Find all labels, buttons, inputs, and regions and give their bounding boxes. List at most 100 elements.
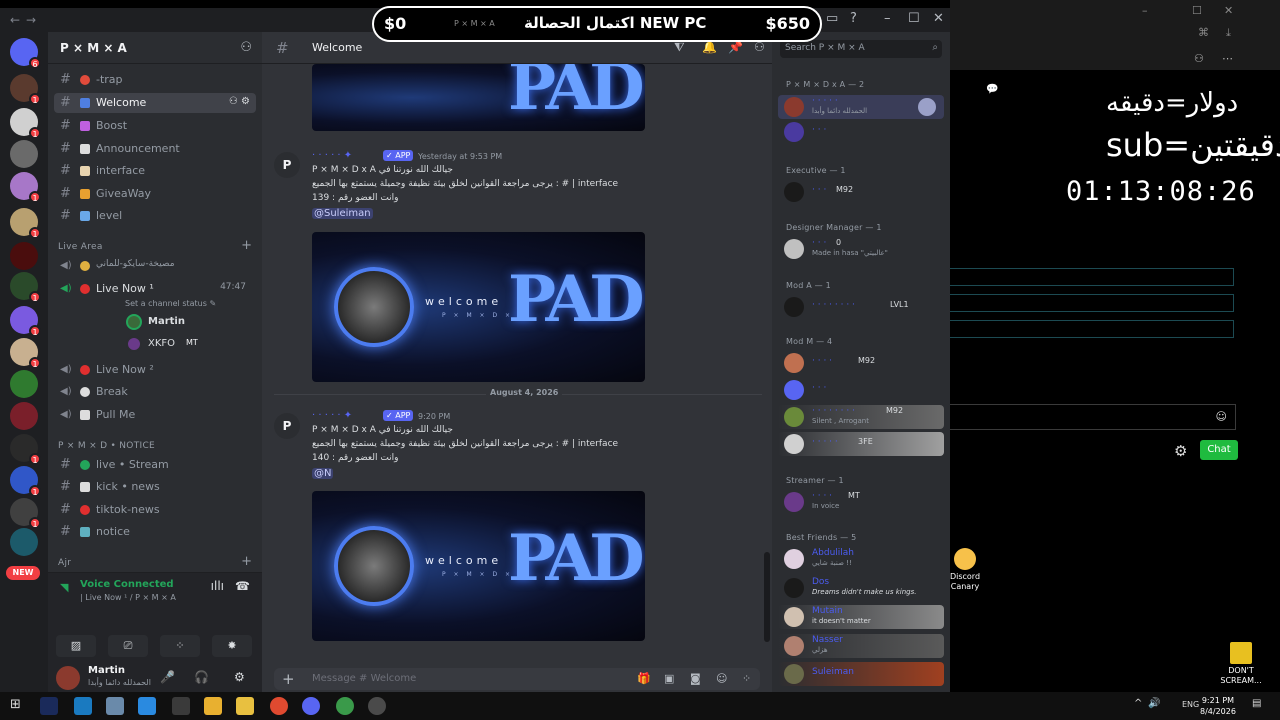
direct-messages-icon[interactable]: 6: [10, 38, 41, 69]
screen-share-button[interactable]: ⎚: [108, 635, 148, 657]
member-row[interactable]: · · · 0 Made in hasa "عالبيتي": [778, 237, 944, 261]
user-mention[interactable]: @Suleiman: [312, 208, 373, 219]
inbox-icon[interactable]: ▭: [826, 11, 838, 26]
notifications-icon[interactable]: ▤: [1252, 698, 1261, 709]
volume-icon[interactable]: 🔊: [1148, 698, 1160, 709]
chat-scrollbar[interactable]: [764, 552, 770, 642]
channel-trap[interactable]: # -trap: [54, 70, 256, 90]
tray-chevron-icon[interactable]: ^: [1134, 698, 1142, 709]
server-icon[interactable]: 1: [10, 338, 41, 369]
file-explorer-icon[interactable]: [204, 697, 222, 715]
guild-name[interactable]: P × M × A: [60, 41, 127, 55]
search-input[interactable]: Search P × M × A ⌕: [780, 40, 942, 58]
channel-status[interactable]: Set a channel status ✎: [125, 299, 216, 308]
gear-icon[interactable]: ⚙: [234, 670, 245, 684]
avatar[interactable]: P: [274, 413, 300, 439]
close-button[interactable]: ✕: [1224, 4, 1233, 17]
message-author[interactable]: · · · · · ✦: [312, 150, 352, 161]
chrome-icon[interactable]: [270, 697, 288, 715]
member-row[interactable]: Dos Dreams didn't make us kings.: [778, 576, 944, 600]
member-row[interactable]: Abdulilah صنبة شايي !!: [778, 547, 944, 571]
maximize-button[interactable]: ☐: [1192, 4, 1202, 17]
user-name[interactable]: Martin: [88, 665, 125, 676]
server-icon[interactable]: [10, 528, 38, 556]
chat-send-button[interactable]: Chat: [1200, 440, 1238, 460]
app-icon[interactable]: [172, 697, 190, 715]
disconnect-icon[interactable]: ☎: [235, 579, 250, 593]
discord-canary-desktop-icon[interactable]: Discord Canary: [946, 548, 984, 592]
channel-interface[interactable]: # interface: [54, 161, 256, 181]
channel-kick-news[interactable]: # kick • news: [54, 477, 256, 497]
channel-settings-icon[interactable]: ⚇ ⚙: [229, 96, 250, 107]
member-row[interactable]: Nasser هزلي: [778, 634, 944, 658]
category-ajr[interactable]: Ajr: [58, 558, 71, 568]
add-channel-icon[interactable]: +: [241, 238, 252, 253]
headphones-icon[interactable]: 🎧: [194, 670, 209, 684]
search-placeholder[interactable]: Search P × M × A: [785, 43, 865, 53]
voice-channel-live-now-2[interactable]: ◀) Live Now ²: [54, 360, 256, 380]
app-icon[interactable]: [236, 697, 254, 715]
close-button[interactable]: ✕: [933, 11, 944, 26]
channel-giveaway[interactable]: # GiveaWay: [54, 184, 256, 204]
channel-notice[interactable]: # notice: [54, 522, 256, 542]
server-icon[interactable]: 1: [10, 272, 41, 303]
welcome-banner-image[interactable]: PAD: [312, 64, 645, 131]
member-row[interactable]: · · · · MT In voice: [778, 490, 944, 514]
member-row[interactable]: · · ·: [778, 120, 944, 144]
new-badge[interactable]: NEW: [6, 566, 40, 580]
gear-icon[interactable]: ⚙: [1174, 442, 1187, 460]
channel-boost[interactable]: # Boost: [54, 116, 256, 136]
member-row[interactable]: Suleiman: [778, 662, 944, 686]
bell-icon[interactable]: 🔔: [702, 40, 717, 54]
microphone-icon[interactable]: 🎤: [160, 670, 175, 684]
server-icon[interactable]: [10, 370, 38, 398]
guild-header[interactable]: P × M × A ⚇: [48, 32, 262, 64]
vscode-icon[interactable]: [74, 697, 92, 715]
voice-status-title[interactable]: Voice Connected: [80, 579, 174, 590]
member-row[interactable]: · · · · · الحمدلله دائما وأبدا: [778, 95, 944, 119]
server-icon[interactable]: 1: [10, 434, 41, 465]
video-off-button[interactable]: ▨: [56, 635, 96, 657]
gift-icon[interactable]: 🎁: [637, 672, 651, 685]
threads-icon[interactable]: ⧨: [674, 40, 685, 55]
server-icon[interactable]: 1: [10, 208, 41, 239]
signal-icon[interactable]: ◥: [60, 581, 68, 594]
users-icon[interactable]: ⚇: [1194, 52, 1204, 65]
message-composer[interactable]: + Message # Welcome 🎁 ▣ ◙ ☺ ⁘: [274, 668, 760, 690]
channel-tiktok-news[interactable]: # tiktok-news: [54, 500, 256, 520]
server-icon[interactable]: 1: [10, 498, 41, 529]
member-row[interactable]: · · · M92: [778, 180, 944, 204]
channel-live-stream[interactable]: # live • Stream: [54, 455, 256, 475]
server-icon[interactable]: 1: [10, 108, 41, 139]
member-row[interactable]: · · ·: [778, 378, 944, 402]
emoji-icon[interactable]: ☺: [1216, 410, 1227, 423]
add-channel-icon[interactable]: +: [241, 554, 252, 569]
search-icon[interactable]: ⌕: [932, 42, 938, 53]
channel-level[interactable]: # level: [54, 206, 256, 226]
avatar[interactable]: P: [274, 152, 300, 178]
chat-input[interactable]: ☺: [950, 404, 1236, 430]
channel-welcome[interactable]: # Welcome ⚇ ⚙: [54, 93, 256, 113]
chat-bubble-icon[interactable]: 💬: [986, 84, 998, 95]
minimize-button[interactable]: –: [1142, 4, 1148, 17]
composer-placeholder[interactable]: Message # Welcome: [312, 673, 416, 684]
noise-suppression-icon[interactable]: ıllı: [211, 579, 224, 593]
emoji-icon[interactable]: ☺: [716, 672, 727, 685]
calculator-icon[interactable]: [106, 697, 124, 715]
translate-icon[interactable]: ⌘: [1198, 26, 1209, 39]
apps-icon[interactable]: ⁘: [742, 672, 751, 685]
language-indicator[interactable]: ENG: [1182, 700, 1199, 709]
attach-plus-icon[interactable]: +: [282, 670, 295, 688]
maximize-button[interactable]: ☐: [908, 11, 920, 26]
member-row[interactable]: · · · · · · · · M92 Silent , Arrogant: [778, 405, 944, 429]
channel-announcement[interactable]: # Announcement: [54, 139, 256, 159]
server-icon[interactable]: 1: [10, 306, 41, 337]
more-icon[interactable]: ⋯: [1222, 52, 1233, 65]
gif-icon[interactable]: ▣: [664, 672, 674, 685]
member-row[interactable]: · · · · · 3FE: [778, 432, 944, 456]
server-icon[interactable]: [10, 242, 38, 270]
avatar[interactable]: [56, 666, 80, 690]
voice-location[interactable]: | Live Now ¹ / P × M × A: [80, 593, 176, 602]
pin-icon[interactable]: 📌: [728, 40, 743, 54]
forward-arrow-icon[interactable]: →: [26, 13, 36, 27]
